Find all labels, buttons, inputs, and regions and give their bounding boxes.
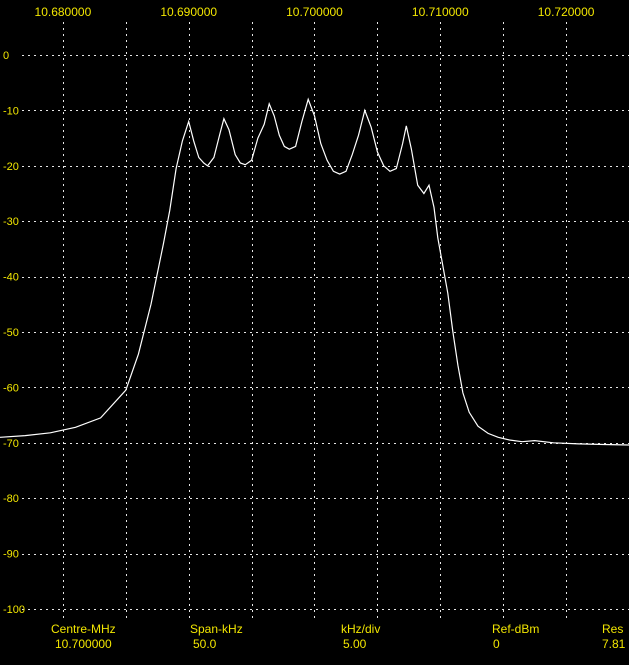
x-tick-label: 10.720000 [538,5,595,19]
y-tick-label: 0 [3,50,9,62]
ref-label: Ref-dBm [492,622,539,636]
spectrum-trace [0,97,629,446]
y-tick-label: -80 [3,493,19,505]
y-tick-label: -30 [3,216,19,228]
div-value: 5.00 [343,637,367,651]
y-tick-label: -100 [3,604,25,616]
span-label: Span-kHz [190,622,243,636]
ref-value: 0 [493,637,500,651]
y-tick-labels: 0 -10 -20 -30 -40 -50 -60 -70 -80 -90 -100 [3,50,25,616]
y-tick-label: -40 [3,272,19,284]
spectrum-plot: 10.680000 10.690000 10.700000 10.710000 10.7… [0,5,629,651]
y-tick-label: -60 [3,382,19,394]
grid [22,22,629,620]
span-value: 50.0 [193,637,217,651]
y-tick-label: -90 [3,549,19,561]
x-tick-label: 10.700000 [286,5,343,19]
x-tick-label: 10.690000 [160,5,217,19]
centre-label: Centre-MHz [51,622,116,636]
y-tick-label: -20 [3,161,19,173]
x-tick-label: 10.680000 [35,5,92,19]
res-label: Res [602,622,623,636]
x-tick-label: 10.710000 [412,5,469,19]
res-value: 7.81 [602,637,626,651]
y-tick-label: -10 [3,105,19,117]
div-label: kHz/div [341,622,380,636]
x-tick-labels: 10.680000 10.690000 10.700000 10.710000 10.7… [35,5,595,19]
y-tick-label: -50 [3,327,19,339]
centre-value: 10.700000 [55,637,112,651]
y-tick-label: -70 [3,438,19,450]
